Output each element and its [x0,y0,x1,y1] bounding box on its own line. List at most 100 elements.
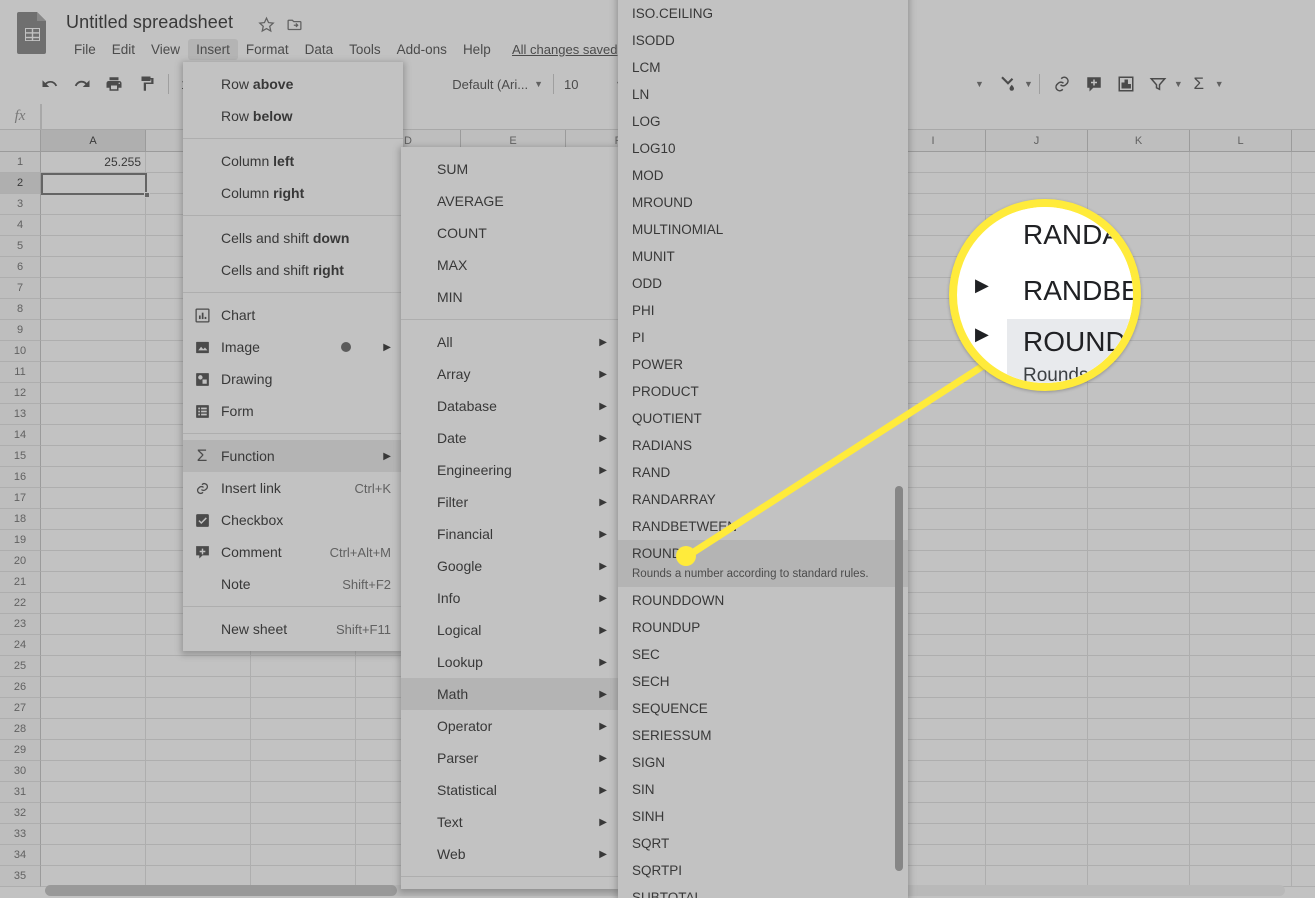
cell-L14[interactable] [1190,425,1292,446]
math-function-sequence[interactable]: SEQUENCE [618,695,908,722]
column-header-a[interactable]: A [41,130,146,152]
function-category-parser[interactable]: Parser ▶ [401,742,619,774]
cell-J34[interactable] [986,845,1088,866]
row-header-18[interactable]: 18 [0,509,41,530]
select-all-corner[interactable] [0,130,41,152]
cell-A26[interactable] [41,677,146,698]
row-header-35[interactable]: 35 [0,866,41,887]
row-header-17[interactable]: 17 [0,488,41,509]
row-header-26[interactable]: 26 [0,677,41,698]
cell-C33[interactable] [251,824,356,845]
function-category-lookup[interactable]: Lookup ▶ [401,646,619,678]
cell-C31[interactable] [251,782,356,803]
cell-A8[interactable] [41,299,146,320]
cell-C30[interactable] [251,761,356,782]
cell-J20[interactable] [986,551,1088,572]
cell-K30[interactable] [1088,761,1190,782]
font-family-select[interactable]: Default (Ari... ▼ [448,71,547,97]
cell-K28[interactable] [1088,719,1190,740]
math-function-sqrtpi[interactable]: SQRTPI [618,857,908,884]
function-category-google[interactable]: Google ▶ [401,550,619,582]
cell-M22[interactable] [1292,593,1315,614]
cell-B28[interactable] [146,719,251,740]
cell-L35[interactable] [1190,866,1292,887]
cell-M2[interactable] [1292,173,1315,194]
cell-M5[interactable] [1292,236,1315,257]
function-category-logical[interactable]: Logical ▶ [401,614,619,646]
insert-comment-icon[interactable] [1080,70,1108,98]
cell-A34[interactable] [41,845,146,866]
cell-K12[interactable] [1088,383,1190,404]
math-function-radians[interactable]: RADIANS [618,432,908,459]
cell-J25[interactable] [986,656,1088,677]
cell-M13[interactable] [1292,404,1315,425]
cell-C25[interactable] [251,656,356,677]
cell-M18[interactable] [1292,509,1315,530]
insert-menu-item-drawing[interactable]: Drawing [183,363,403,395]
filter-icon[interactable] [1144,70,1172,98]
column-header-j[interactable]: J [986,130,1088,152]
cell-L19[interactable] [1190,530,1292,551]
row-header-8[interactable]: 8 [0,299,41,320]
math-function-ln[interactable]: LN [618,81,908,108]
cell-M8[interactable] [1292,299,1315,320]
cell-L13[interactable] [1190,404,1292,425]
insert-menu-item-comment[interactable]: Comment Ctrl+Alt+M [183,536,403,568]
insert-menu-item-row-above[interactable]: Row above [183,68,403,100]
document-title[interactable]: Untitled spreadsheet [66,12,233,33]
function-category-menu[interactable]: SUM AVERAGE COUNT MAX MIN All ▶ Array ▶ Database ▶… [401,147,619,889]
cell-M17[interactable] [1292,488,1315,509]
cell-L30[interactable] [1190,761,1292,782]
cell-A21[interactable] [41,572,146,593]
function-category-all[interactable]: All ▶ [401,326,619,358]
functions-icon[interactable]: Σ [1185,70,1213,98]
insert-chart-icon[interactable] [1112,70,1140,98]
cell-M25[interactable] [1292,656,1315,677]
menu-format[interactable]: Format [238,39,297,60]
cell-M4[interactable] [1292,215,1315,236]
cell-C29[interactable] [251,740,356,761]
math-function-pi[interactable]: PI [618,324,908,351]
fill-color-icon[interactable] [994,70,1022,98]
cell-K21[interactable] [1088,572,1190,593]
row-header-3[interactable]: 3 [0,194,41,215]
cell-L31[interactable] [1190,782,1292,803]
menu-file[interactable]: File [66,39,104,60]
cell-L5[interactable] [1190,236,1292,257]
cell-K16[interactable] [1088,467,1190,488]
cell-L34[interactable] [1190,845,1292,866]
cell-A32[interactable] [41,803,146,824]
math-function-randarray[interactable]: RANDARRAY [618,486,908,513]
menu-tools[interactable]: Tools [341,39,389,60]
math-function-phi[interactable]: PHI [618,297,908,324]
row-header-9[interactable]: 9 [0,320,41,341]
cell-L25[interactable] [1190,656,1292,677]
menu-insert[interactable]: Insert [188,39,238,60]
cell-M16[interactable] [1292,467,1315,488]
cell-L16[interactable] [1190,467,1292,488]
cell-K24[interactable] [1088,635,1190,656]
math-function-sqrt[interactable]: SQRT [618,830,908,857]
cell-K20[interactable] [1088,551,1190,572]
math-function-randbetween[interactable]: RANDBETWEEN [618,513,908,540]
menu-data[interactable]: Data [297,39,342,60]
cell-K32[interactable] [1088,803,1190,824]
insert-menu[interactable]: Row above Row below Column left Column righ… [183,62,403,651]
insert-menu-item-cells-and-shift-right[interactable]: Cells and shift right [183,254,403,286]
chevron-down-icon[interactable]: ▼ [1215,79,1224,89]
row-header-16[interactable]: 16 [0,467,41,488]
cell-A30[interactable] [41,761,146,782]
cell-L10[interactable] [1190,341,1292,362]
horizontal-scrollbar-thumb[interactable] [45,885,397,896]
cell-L23[interactable] [1190,614,1292,635]
insert-menu-item-column-left[interactable]: Column left [183,145,403,177]
row-header-23[interactable]: 23 [0,614,41,635]
row-header-22[interactable]: 22 [0,593,41,614]
cell-L22[interactable] [1190,593,1292,614]
cell-A14[interactable] [41,425,146,446]
cell-K14[interactable] [1088,425,1190,446]
cell-K22[interactable] [1088,593,1190,614]
cell-B33[interactable] [146,824,251,845]
cell-B25[interactable] [146,656,251,677]
chevron-down-icon[interactable]: ▼ [1174,79,1183,89]
